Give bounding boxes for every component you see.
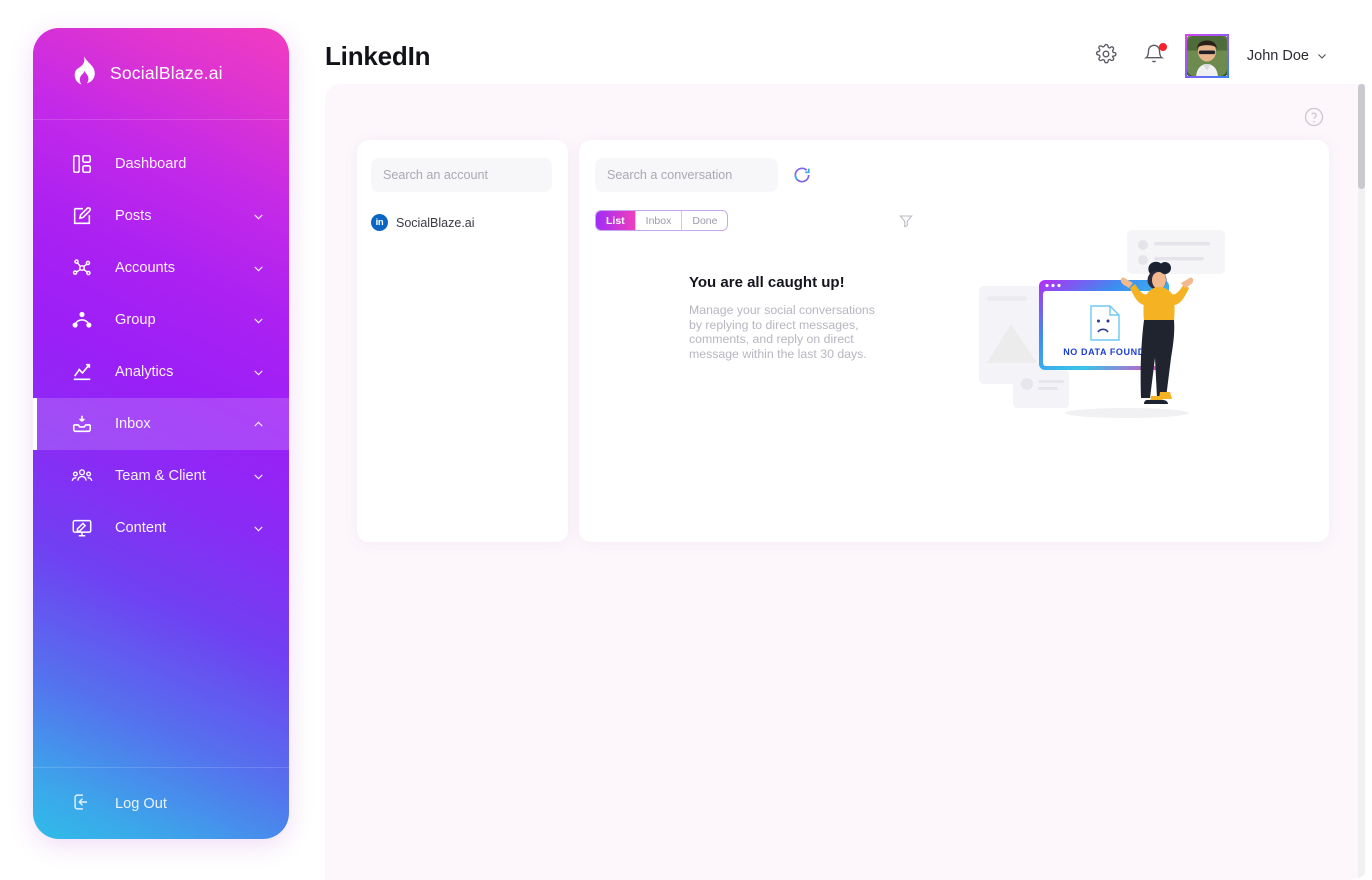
- chevron-down-icon[interactable]: [252, 210, 265, 223]
- avatar[interactable]: [1184, 34, 1229, 78]
- sidebar-item-inbox[interactable]: Inbox: [33, 398, 289, 450]
- logout-button[interactable]: Log Out: [33, 767, 289, 839]
- page-header: LinkedIn John Doe: [310, 28, 1350, 84]
- sidebar-item-label: Content: [115, 520, 167, 536]
- user-name-label: John Doe: [1246, 48, 1309, 64]
- sidebar-item-accounts[interactable]: Accounts: [33, 242, 289, 294]
- logout-icon: [71, 791, 93, 817]
- empty-state: You are all caught up! Manage your socia…: [579, 228, 1329, 433]
- group-nodes-icon: [71, 309, 93, 331]
- sidebar-item-analytics[interactable]: Analytics: [33, 346, 289, 398]
- account-name: SocialBlaze.ai: [396, 215, 475, 230]
- sidebar-item-team-and-client[interactable]: Team & Client: [33, 450, 289, 502]
- notifications-button[interactable]: [1137, 39, 1171, 73]
- sidebar-item-dashboard[interactable]: Dashboard: [33, 138, 289, 190]
- chevron-down-icon[interactable]: [252, 262, 265, 275]
- chevron-down-icon[interactable]: [252, 522, 265, 535]
- scrollbar-thumb[interactable]: [1358, 84, 1365, 189]
- linkedin-icon: in: [371, 214, 388, 231]
- conversations-panel: List Inbox Done You are all: [579, 140, 1329, 542]
- sidebar-item-label: Team & Client: [115, 468, 206, 484]
- chevron-up-icon[interactable]: [252, 418, 265, 431]
- filter-button[interactable]: [898, 213, 914, 229]
- empty-state-title: You are all caught up!: [689, 274, 845, 291]
- empty-state-illustration: NO DATA FOUND: [977, 228, 1227, 433]
- user-menu[interactable]: John Doe: [1247, 48, 1328, 64]
- brand-name: SocialBlaze.ai: [110, 63, 223, 83]
- sidebar: SocialBlaze.ai Dashboard Posts Accounts …: [33, 28, 289, 839]
- content-scrollbar[interactable]: [1358, 84, 1365, 880]
- refresh-button[interactable]: [792, 165, 812, 185]
- gear-icon: [1095, 43, 1117, 70]
- notification-badge-dot: [1158, 43, 1167, 51]
- conversation-search-input[interactable]: [595, 168, 778, 182]
- conversation-search-box[interactable]: [595, 158, 778, 192]
- help-circle-icon: [1303, 107, 1325, 132]
- sidebar-item-label: Analytics: [115, 364, 174, 380]
- sidebar-nav: Dashboard Posts Accounts Group Analytics…: [33, 138, 289, 554]
- dashboard-icon: [71, 153, 93, 175]
- chart-line-icon: [71, 361, 93, 383]
- empty-state-text: You are all caught up! Manage your socia…: [689, 274, 889, 361]
- sidebar-item-label: Accounts: [115, 260, 176, 276]
- page-title: LinkedIn: [325, 40, 431, 71]
- account-search-box[interactable]: [371, 158, 552, 192]
- flame-icon: [71, 56, 97, 91]
- sidebar-item-label: Group: [115, 312, 156, 328]
- sidebar-item-label: Posts: [115, 208, 152, 224]
- people-icon: [71, 465, 93, 487]
- conversation-toolbar: [595, 158, 1313, 192]
- refresh-icon: [792, 167, 812, 189]
- edit-square-icon: [71, 205, 93, 227]
- chevron-down-icon[interactable]: [252, 314, 265, 327]
- help-button[interactable]: [1303, 106, 1325, 128]
- network-icon: [71, 257, 93, 279]
- chevron-down-icon: [1318, 54, 1326, 59]
- header-actions: John Doe: [1089, 34, 1350, 78]
- brand[interactable]: SocialBlaze.ai: [33, 28, 289, 120]
- empty-state-description: Manage your social conversations by repl…: [689, 303, 875, 361]
- app-window: SocialBlaze.ai Dashboard Posts Accounts …: [0, 0, 1372, 880]
- inbox-icon: [71, 413, 93, 435]
- sidebar-item-posts[interactable]: Posts: [33, 190, 289, 242]
- chevron-down-icon[interactable]: [252, 470, 265, 483]
- inbox-panels: in SocialBlaze.ai: [357, 140, 1329, 542]
- accounts-panel: in SocialBlaze.ai: [357, 140, 568, 542]
- chevron-down-icon[interactable]: [252, 366, 265, 379]
- sidebar-item-label: Inbox: [115, 416, 151, 432]
- sidebar-item-content[interactable]: Content: [33, 502, 289, 554]
- illustration-label: NO DATA FOUND: [1063, 347, 1145, 357]
- account-search-input[interactable]: [371, 168, 552, 182]
- sidebar-item-label: Dashboard: [115, 156, 187, 172]
- main-content: in SocialBlaze.ai: [325, 84, 1365, 880]
- list-item[interactable]: in SocialBlaze.ai: [371, 214, 554, 231]
- settings-button[interactable]: [1089, 39, 1123, 73]
- monitor-edit-icon: [71, 517, 93, 539]
- sidebar-item-group[interactable]: Group: [33, 294, 289, 346]
- logout-label: Log Out: [115, 795, 167, 812]
